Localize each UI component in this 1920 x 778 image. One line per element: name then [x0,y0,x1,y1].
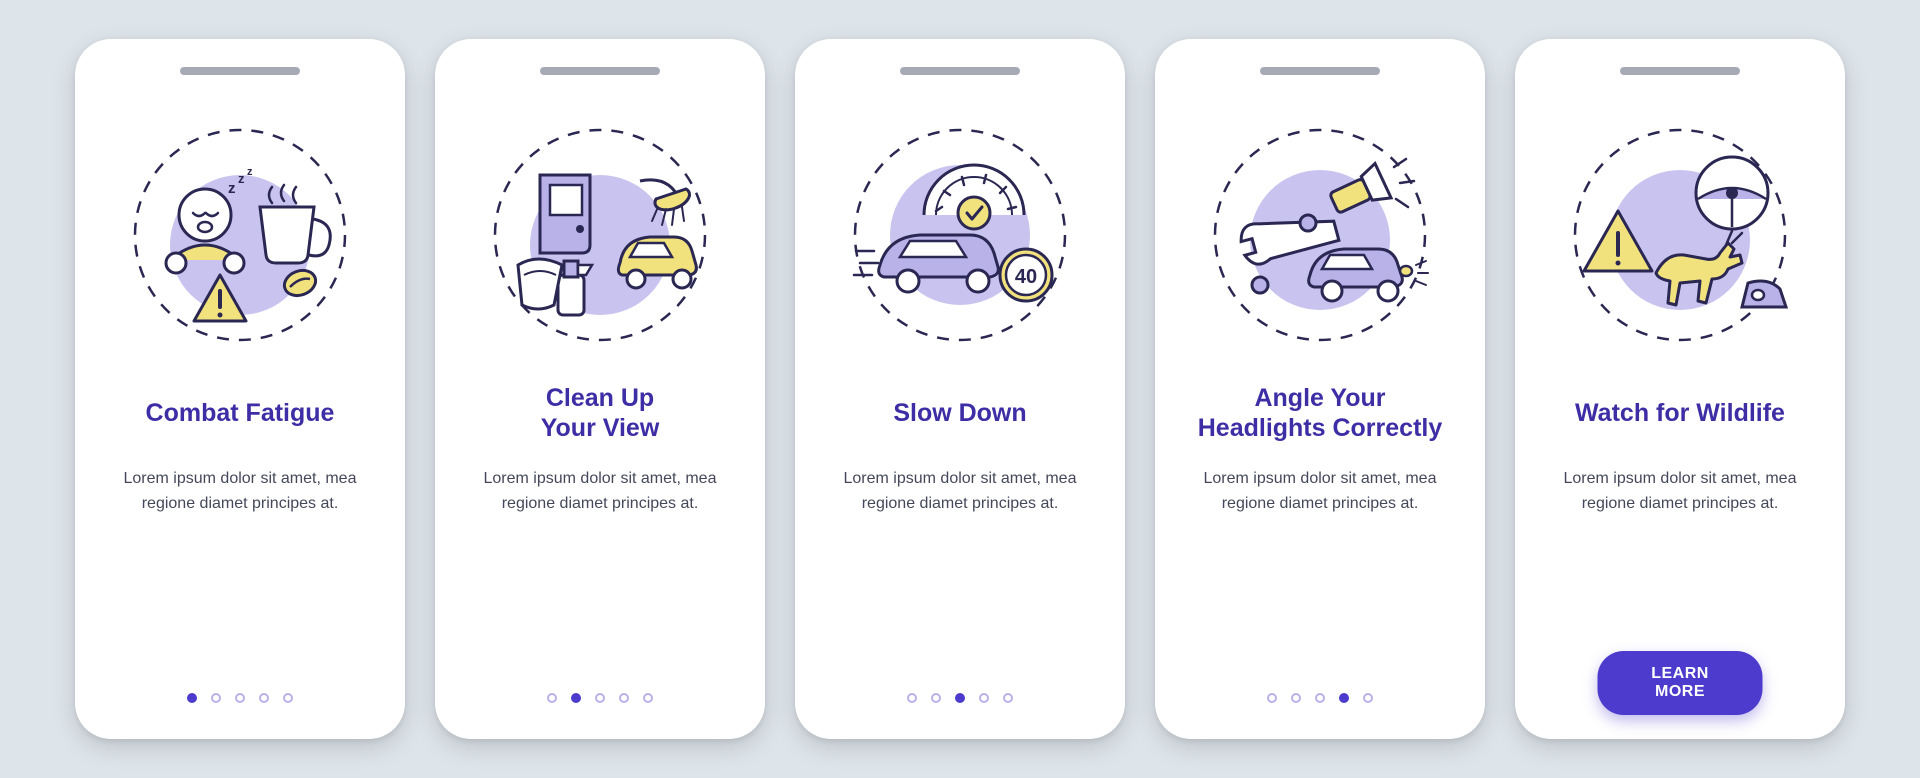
pagination-dot[interactable] [931,693,941,703]
onboarding-title: Combat Fatigue [146,383,335,443]
onboarding-body: Lorem ipsum dolor sit amet, mea regione … [827,467,1093,517]
watch-wildlife-illustration [1560,115,1800,355]
pagination-dot[interactable] [1291,693,1301,703]
phone-notch [900,67,1020,75]
pagination-dot[interactable] [595,693,605,703]
phone-notch [1620,67,1740,75]
pagination-dot[interactable] [259,693,269,703]
onboarding-title: Angle Your Headlights Correctly [1198,383,1443,443]
clean-up-view-illustration [480,115,720,355]
pagination-dot[interactable] [955,693,965,703]
phone-notch [540,67,660,75]
phone-notch [180,67,300,75]
pagination-dots [435,693,765,703]
combat-fatigue-illustration: z z z [120,115,360,355]
onboarding-screen-combat-fatigue: z z z Combat Fatigue Lorem ip [75,39,405,739]
phone-notch [1260,67,1380,75]
svg-text:z: z [247,166,253,178]
onboarding-body: Lorem ipsum dolor sit amet, mea regione … [1547,467,1813,517]
svg-text:40: 40 [1015,266,1037,288]
pagination-dots [1155,693,1485,703]
onboarding-carousel: z z z Combat Fatigue Lorem ip [45,9,1875,769]
svg-text:z: z [238,171,245,186]
pagination-dot[interactable] [1363,693,1373,703]
onboarding-title: Slow Down [893,383,1026,443]
pagination-dots [75,693,405,703]
onboarding-screen-watch-wildlife: Watch for Wildlife Lorem ipsum dolor sit… [1515,39,1845,739]
onboarding-screen-slow-down: 40 Slow Down Lorem ipsum dolor sit amet,… [795,39,1125,739]
onboarding-screen-angle-headlights: Angle Your Headlights Correctly Lorem ip… [1155,39,1485,739]
slow-down-illustration: 40 [840,115,1080,355]
pagination-dot[interactable] [619,693,629,703]
pagination-dot[interactable] [283,693,293,703]
pagination-dot[interactable] [1003,693,1013,703]
pagination-dot[interactable] [187,693,197,703]
pagination-dot[interactable] [979,693,989,703]
onboarding-screen-clean-up-view: Clean Up Your View Lorem ipsum dolor sit… [435,39,765,739]
onboarding-body: Lorem ipsum dolor sit amet, mea regione … [1187,467,1453,517]
pagination-dot[interactable] [547,693,557,703]
pagination-dot[interactable] [571,693,581,703]
pagination-dot[interactable] [1267,693,1277,703]
onboarding-body: Lorem ipsum dolor sit amet, mea regione … [107,467,373,517]
onboarding-body: Lorem ipsum dolor sit amet, mea regione … [467,467,733,517]
svg-text:z: z [228,180,236,197]
pagination-dot[interactable] [211,693,221,703]
pagination-dot[interactable] [1339,693,1349,703]
angle-headlights-illustration [1200,115,1440,355]
pagination-dot[interactable] [1315,693,1325,703]
onboarding-title: Clean Up Your View [541,383,660,443]
onboarding-title: Watch for Wildlife [1575,383,1785,443]
pagination-dot[interactable] [235,693,245,703]
learn-more-button[interactable]: LEARN MORE [1598,651,1763,715]
pagination-dot[interactable] [643,693,653,703]
pagination-dot[interactable] [907,693,917,703]
pagination-dots [795,693,1125,703]
